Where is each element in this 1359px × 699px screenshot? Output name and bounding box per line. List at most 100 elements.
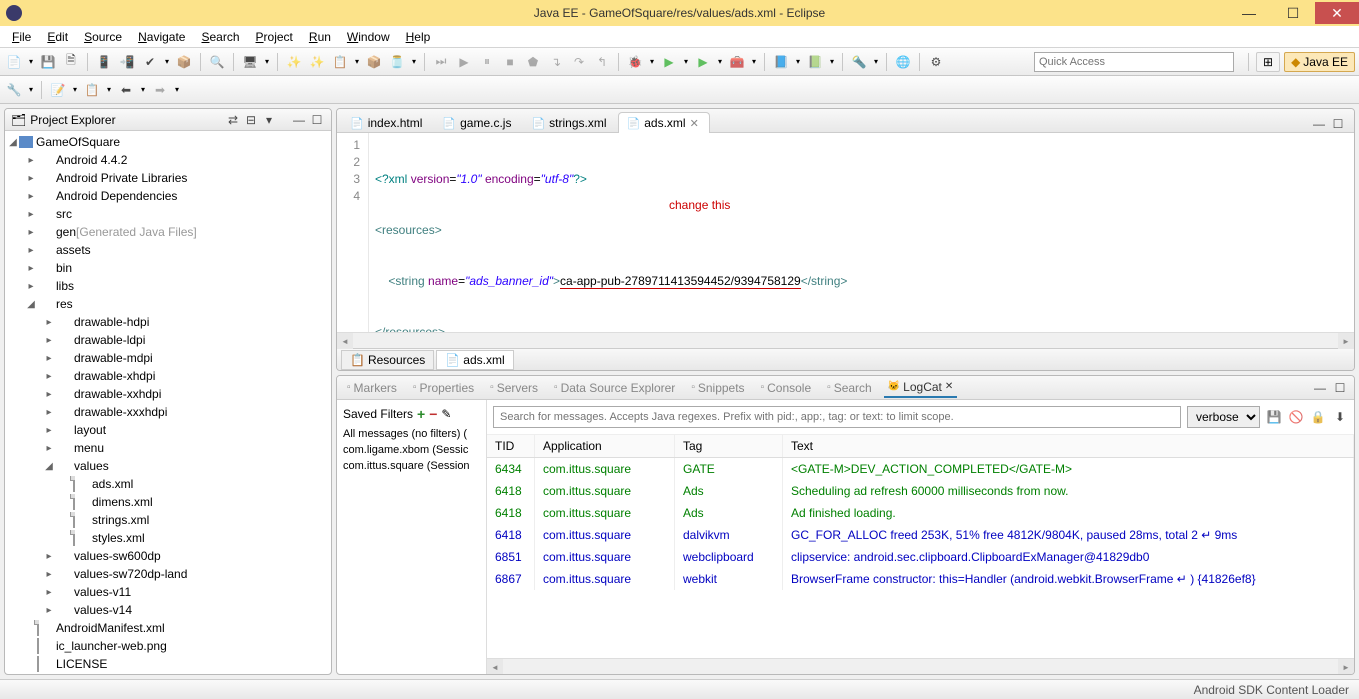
nav-back-button[interactable]: ⬅ [116, 80, 136, 100]
skip-button[interactable]: ⏭ [431, 52, 451, 72]
editor-tab-index-html[interactable]: 📄index.html [341, 112, 433, 133]
disconnect-button[interactable]: ⬟ [523, 52, 543, 72]
log-row[interactable]: 6418com.ittus.squareAdsScheduling ad ref… [487, 480, 1354, 502]
tree-item-ic-launcher-web-png[interactable]: ic_launcher-web.png [5, 637, 331, 655]
remove-filter-icon[interactable]: − [429, 406, 437, 422]
tree-item-values-v14[interactable]: ▸values-v14 [5, 601, 331, 619]
editor-maximize-icon[interactable]: ☐ [1330, 116, 1346, 132]
new-jsp-button[interactable]: 📗 [805, 52, 825, 72]
view-tab-console[interactable]: ▫Console [757, 379, 816, 397]
view-tab-markers[interactable]: ▫Markers [343, 379, 401, 397]
tree-item-drawable-xxhdpi[interactable]: ▸drawable-xxhdpi [5, 385, 331, 403]
col-tid-header[interactable]: TID [487, 435, 535, 457]
lint-button[interactable]: ✔ [140, 52, 160, 72]
save-button[interactable]: 💾 [38, 52, 58, 72]
logcat-search-input[interactable] [493, 406, 1181, 428]
scroll-lock-icon[interactable]: 🔒 [1310, 409, 1326, 425]
wizard-button[interactable]: ✨ [284, 52, 304, 72]
tree-item-values[interactable]: ◢values [5, 457, 331, 475]
view-tab-data-source-explorer[interactable]: ▫Data Source Explorer [550, 379, 679, 397]
new-dropdown[interactable]: ▾ [27, 52, 35, 72]
tree-item-libs[interactable]: ▸libs [5, 277, 331, 295]
menu-window[interactable]: Window [339, 28, 398, 46]
android-sdk-button[interactable]: 📱 [94, 52, 114, 72]
stepreturn-button[interactable]: ↰ [592, 52, 612, 72]
tree-item-values-v11[interactable]: ▸values-v11 [5, 583, 331, 601]
tab-close-icon[interactable]: ✕ [690, 117, 699, 130]
tree-item-android-dependencies[interactable]: ▸Android Dependencies [5, 187, 331, 205]
minimize-view-icon[interactable]: — [291, 112, 307, 128]
debug-button[interactable]: 🐞 [625, 52, 645, 72]
run-button[interactable]: ▶ [659, 52, 679, 72]
menu-navigate[interactable]: Navigate [130, 28, 193, 46]
tree-item-drawable-xhdpi[interactable]: ▸drawable-xhdpi [5, 367, 331, 385]
menu-run[interactable]: Run [301, 28, 339, 46]
code-area[interactable]: <?xml version="1.0" encoding="utf-8"?> <… [369, 133, 1354, 332]
editor-content[interactable]: 1234 <?xml version="1.0" encoding="utf-8… [337, 133, 1354, 332]
save-all-button[interactable]: 🗎 [61, 52, 81, 72]
nav-fwd-button[interactable]: ➡ [150, 80, 170, 100]
tree-item-gen[interactable]: ▸gen [Generated Java Files] [5, 223, 331, 241]
open-type-button[interactable]: 🔍 [207, 52, 227, 72]
view-menu-icon[interactable]: ▾ [261, 112, 277, 128]
wizard2-button[interactable]: ✨ [307, 52, 327, 72]
logcat-level-select[interactable]: verbose [1187, 406, 1260, 428]
tree-item-android-private-libraries[interactable]: ▸Android Private Libraries [5, 169, 331, 187]
tree-item-androidmanifest-xml[interactable]: AndroidManifest.xml [5, 619, 331, 637]
clear-log-icon[interactable]: 🚫 [1288, 409, 1304, 425]
new-button[interactable]: 📄 [4, 52, 24, 72]
tree-item-values-sw600dp[interactable]: ▸values-sw600dp [5, 547, 331, 565]
collapse-all-icon[interactable]: ⊟ [243, 112, 259, 128]
menu-project[interactable]: Project [248, 28, 301, 46]
menu-help[interactable]: Help [398, 28, 439, 46]
view-tab-logcat[interactable]: 🐱LogCat ✕ [884, 378, 958, 398]
menu-search[interactable]: Search [193, 28, 247, 46]
menu-edit[interactable]: Edit [39, 28, 76, 46]
col-app-header[interactable]: Application [535, 435, 675, 457]
tree-item-license[interactable]: LICENSE [5, 655, 331, 673]
add-filter-icon[interactable]: + [417, 406, 425, 422]
editor-tab-ads-xml[interactable]: 📄ads.xml✕ [618, 112, 710, 133]
tree-item-menu[interactable]: ▸menu [5, 439, 331, 457]
terminate-button[interactable]: ■ [500, 52, 520, 72]
tree-project-root[interactable]: ◢ GameOfSquare [5, 133, 331, 151]
package-button[interactable]: 📦 [364, 52, 384, 72]
save-log-icon[interactable]: 💾 [1266, 409, 1282, 425]
tree-item-styles-xml[interactable]: styles.xml [5, 529, 331, 547]
tree-item-drawable-mdpi[interactable]: ▸drawable-mdpi [5, 349, 331, 367]
editor-minimize-icon[interactable]: — [1311, 116, 1327, 132]
logcat-h-scrollbar[interactable] [487, 658, 1354, 674]
col-tag-header[interactable]: Tag [675, 435, 783, 457]
tree-item-src[interactable]: ▸src [5, 205, 331, 223]
tree-item-drawable-xxxhdpi[interactable]: ▸drawable-xxxhdpi [5, 403, 331, 421]
web-button[interactable]: 🌐 [893, 52, 913, 72]
link-editor-icon[interactable]: ⇄ [225, 112, 241, 128]
view-tab-properties[interactable]: ▫Properties [409, 379, 478, 397]
project-tree[interactable]: ◢ GameOfSquare ▸Android 4.4.2▸Android Pr… [5, 131, 331, 674]
view-tab-snippets[interactable]: ▫Snippets [687, 379, 748, 397]
tree-item-dimens-xml[interactable]: dimens.xml [5, 493, 331, 511]
col-text-header[interactable]: Text [783, 435, 1354, 457]
task2-button[interactable]: 📋 [82, 80, 102, 100]
logcat-table[interactable]: TID Application Tag Text 6434com.ittus.s… [487, 435, 1354, 658]
maximize-button[interactable]: ☐ [1271, 2, 1315, 24]
edit-filter-icon[interactable]: ✎ [441, 407, 451, 421]
view-tab-search[interactable]: ▫Search [823, 379, 876, 397]
open-perspective-button[interactable]: ⊞ [1256, 52, 1280, 72]
close-button[interactable]: ✕ [1315, 2, 1359, 24]
task-button[interactable]: 📝 [48, 80, 68, 100]
tree-item-drawable-hdpi[interactable]: ▸drawable-hdpi [5, 313, 331, 331]
tree-item-ads-xml[interactable]: ads.xml [5, 475, 331, 493]
view-tab-servers[interactable]: ▫Servers [486, 379, 542, 397]
stepover-button[interactable]: ↷ [569, 52, 589, 72]
wizard-btn-2[interactable]: 🔧 [4, 80, 24, 100]
log-row[interactable]: 6434com.ittus.squareGATE<GATE-M>DEV_ACTI… [487, 458, 1354, 480]
search2-button[interactable]: 🔦 [849, 52, 869, 72]
quick-access-input[interactable] [1034, 52, 1234, 72]
new-server-button[interactable]: 🖥 [240, 52, 260, 72]
tree-item-assets[interactable]: ▸assets [5, 241, 331, 259]
resume-button[interactable]: ▶ [454, 52, 474, 72]
log-row[interactable]: 6851com.ittus.squarewebclipboardclipserv… [487, 546, 1354, 568]
new-android-button[interactable]: 📦 [174, 52, 194, 72]
editor-h-scrollbar[interactable] [337, 332, 1354, 348]
